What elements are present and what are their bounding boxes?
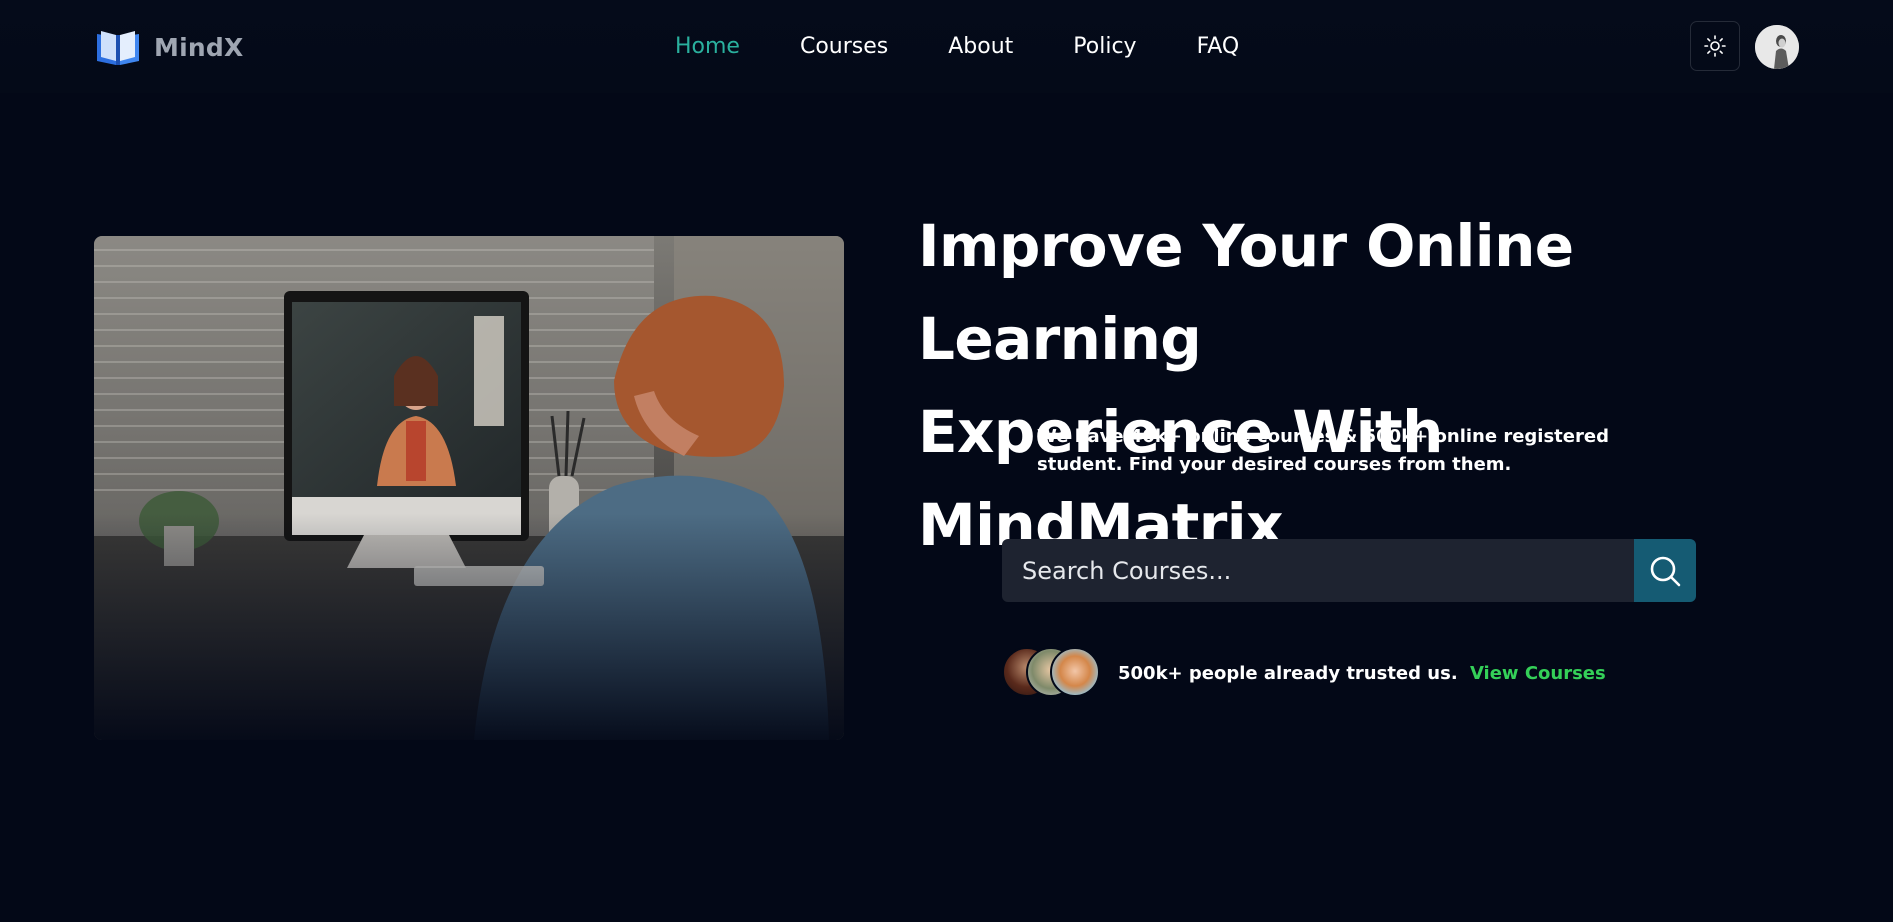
view-courses-link[interactable]: View Courses (1470, 663, 1606, 684)
course-search-bar (1002, 539, 1696, 602)
trust-row: 500k+ people already trusted us. View Co… (1002, 647, 1606, 699)
trusted-user-avatar-3 (1050, 647, 1100, 697)
search-input[interactable] (1002, 539, 1634, 602)
main-nav: Home Courses About Policy FAQ (675, 30, 1299, 62)
hero-image (94, 236, 844, 740)
nav-faq[interactable]: FAQ (1197, 34, 1240, 59)
nav-courses[interactable]: Courses (800, 34, 888, 59)
nav-policy[interactable]: Policy (1073, 34, 1136, 59)
nav-home[interactable]: Home (675, 34, 740, 59)
child-video-call-photo (94, 236, 844, 740)
sun-icon (1704, 35, 1726, 57)
nav-about[interactable]: About (948, 34, 1013, 59)
trust-text: 500k+ people already trusted us. View Co… (1118, 663, 1606, 684)
search-button[interactable] (1634, 539, 1696, 602)
open-book-icon (97, 31, 139, 65)
brand-name: MindX (154, 32, 244, 62)
user-avatar[interactable] (1755, 25, 1799, 69)
top-navbar: MindX Home Courses About Policy FAQ (0, 0, 1893, 93)
search-icon (1650, 556, 1681, 586)
hero-title: Improve Your Online Learning Experience … (918, 200, 1818, 572)
user-avatar-image (1755, 25, 1799, 69)
hero-title-line1: Improve Your Online Learning (918, 212, 1574, 373)
trusted-users-avatars (1002, 647, 1102, 699)
trust-statement: 500k+ people already trusted us. (1118, 662, 1458, 684)
hero-description: We have 40k+ online courses & 500k+ onli… (1037, 426, 1609, 475)
theme-toggle-button[interactable] (1690, 21, 1740, 71)
brand-logo-link[interactable]: MindX (94, 27, 243, 67)
